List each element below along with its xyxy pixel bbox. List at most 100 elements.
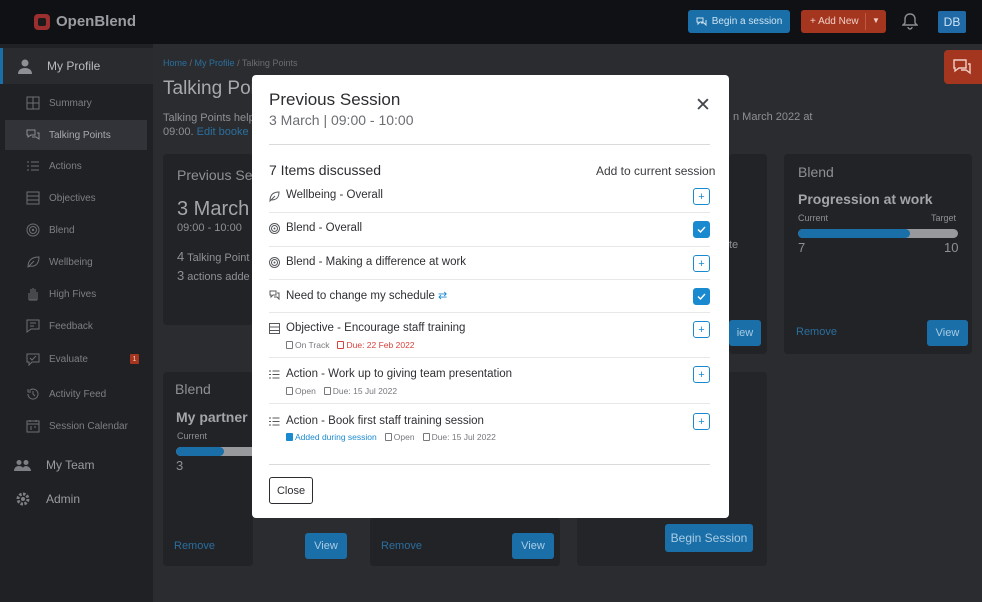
breadcrumb-profile[interactable]: My Profile — [195, 58, 235, 68]
close-button[interactable]: Close — [269, 477, 313, 504]
progress-fill — [798, 229, 910, 238]
checklist-icon — [25, 159, 40, 174]
checklist-icon — [269, 417, 280, 426]
blend-progress-bar — [176, 447, 256, 456]
add-checkbox[interactable]: + — [693, 366, 710, 383]
add-new-button[interactable]: + Add New ▼ — [801, 10, 886, 33]
add-checkbox[interactable] — [693, 288, 710, 305]
status-icon — [384, 433, 392, 441]
grid-icon — [25, 96, 40, 111]
status-icon — [286, 387, 293, 395]
list-item: Need to change my schedule ⇄ — [269, 280, 710, 313]
view-button[interactable]: View — [927, 320, 968, 346]
list-item: Blend - Making a difference at work + — [269, 247, 710, 280]
app-name: OpenBlend — [56, 13, 137, 30]
progress-fill — [176, 447, 224, 456]
sidebar-item-my-team[interactable]: My Team — [0, 450, 153, 480]
page-description-tail: n March 2022 at — [733, 111, 813, 123]
chat-icon — [269, 290, 280, 301]
view-button[interactable]: iew — [729, 320, 761, 346]
blend-progress-bar — [798, 229, 958, 238]
objectives-icon — [269, 323, 280, 334]
check-icon — [697, 293, 706, 300]
calendar-icon — [25, 419, 40, 434]
list-item: Action - Book first staff training sessi… — [269, 404, 710, 449]
add-checkbox[interactable]: + — [693, 255, 710, 272]
divider — [269, 464, 710, 465]
sidebar-item-objectives[interactable]: Objectives — [5, 183, 147, 213]
add-checkbox[interactable]: + — [693, 188, 710, 205]
view-button[interactable]: View — [512, 533, 554, 559]
target-icon — [269, 223, 280, 234]
breadcrumb-current: Talking Points — [241, 58, 298, 68]
chat-button[interactable] — [944, 50, 982, 84]
modal-title: Previous Session — [269, 90, 401, 109]
sidebar: My Profile Summary Talking Points Action… — [0, 44, 153, 602]
logo-icon — [34, 13, 50, 30]
due-date: Due: 22 Feb 2022 — [337, 340, 415, 350]
previous-session-modal: Previous Session 3 March | 09:00 - 10:00… — [252, 75, 729, 518]
list-item: Wellbeing - Overall + — [269, 183, 710, 213]
blend-card-progression: Blend Progression at work Current Target… — [784, 154, 972, 354]
sidebar-item-high-fives[interactable]: High Fives — [5, 279, 147, 309]
modal-subtitle: 3 March | 09:00 - 10:00 — [269, 112, 414, 128]
close-icon[interactable]: ✕ — [695, 96, 711, 115]
target-icon — [269, 257, 280, 268]
status-badge: Open — [384, 432, 415, 442]
divider — [865, 13, 866, 30]
app-root: OpenBlend Begin a session + Add New ▼ DB… — [0, 0, 982, 602]
avatar[interactable]: DB — [938, 11, 966, 33]
remove-link[interactable]: Remove — [796, 326, 837, 338]
sidebar-item-my-profile[interactable]: My Profile — [0, 48, 153, 84]
app-logo[interactable]: OpenBlend — [34, 13, 136, 30]
status-icon — [286, 341, 293, 349]
bell-icon[interactable] — [902, 12, 918, 30]
list-item: Action - Work up to giving team presenta… — [269, 358, 710, 404]
checklist-icon — [269, 370, 280, 379]
edit-booking-link[interactable]: Edit booke — [197, 126, 249, 138]
bottom-card: Remove View — [370, 518, 560, 566]
add-to-current-label: Add to current session — [596, 164, 716, 178]
sidebar-item-talking-points[interactable]: Talking Points — [5, 120, 147, 150]
notification-badge: 1 — [130, 354, 139, 364]
team-icon — [14, 457, 31, 474]
sidebar-item-activity-feed[interactable]: Activity Feed — [5, 379, 147, 409]
view-button[interactable]: View — [305, 533, 347, 559]
check-icon — [697, 226, 706, 233]
evaluate-icon — [25, 352, 40, 367]
items-count: 7 Items discussed — [269, 162, 382, 178]
top-bar: OpenBlend Begin a session + Add New ▼ DB — [0, 0, 982, 44]
calendar-icon — [337, 341, 345, 349]
sidebar-item-session-calendar[interactable]: Session Calendar — [5, 411, 147, 441]
remove-link[interactable]: Remove — [381, 540, 422, 552]
due-date: Due: 15 Jul 2022 — [323, 386, 397, 396]
remove-link[interactable]: Remove — [174, 540, 215, 552]
sidebar-item-blend[interactable]: Blend — [5, 215, 147, 245]
chevron-down-icon[interactable]: ▼ — [872, 16, 880, 25]
breadcrumb-home[interactable]: Home — [163, 58, 187, 68]
gear-icon — [14, 491, 31, 508]
sidebar-item-actions[interactable]: Actions — [5, 151, 147, 181]
sidebar-item-summary[interactable]: Summary — [5, 88, 147, 118]
added-badge: Added during session — [286, 432, 377, 442]
begin-session-button[interactable]: Begin a session — [688, 10, 790, 33]
leaf-icon — [25, 255, 40, 270]
divider — [269, 144, 710, 145]
status-badge: Open — [286, 386, 316, 396]
sidebar-item-admin[interactable]: Admin — [0, 484, 153, 514]
sidebar-item-evaluate[interactable]: Evaluate 1 — [5, 344, 147, 374]
recurring-icon: ⇄ — [437, 290, 448, 302]
target-icon — [25, 223, 40, 238]
add-checkbox[interactable] — [693, 221, 710, 238]
blend-card-partner: Blend My partner Current 3 Remove — [163, 372, 256, 566]
calendar-icon — [422, 433, 430, 441]
list-item: Objective - Encourage staff training On … — [269, 313, 710, 358]
middle-card: te iew — [729, 154, 767, 354]
add-checkbox[interactable]: + — [693, 321, 710, 338]
status-badge: On Track — [286, 340, 329, 350]
add-checkbox[interactable]: + — [693, 413, 710, 430]
begin-session-card-button[interactable]: Begin Session — [665, 524, 753, 552]
sidebar-item-wellbeing[interactable]: Wellbeing — [5, 247, 147, 277]
breadcrumb: Home / My Profile / Talking Points — [163, 58, 298, 68]
sidebar-item-feedback[interactable]: Feedback — [5, 311, 147, 341]
